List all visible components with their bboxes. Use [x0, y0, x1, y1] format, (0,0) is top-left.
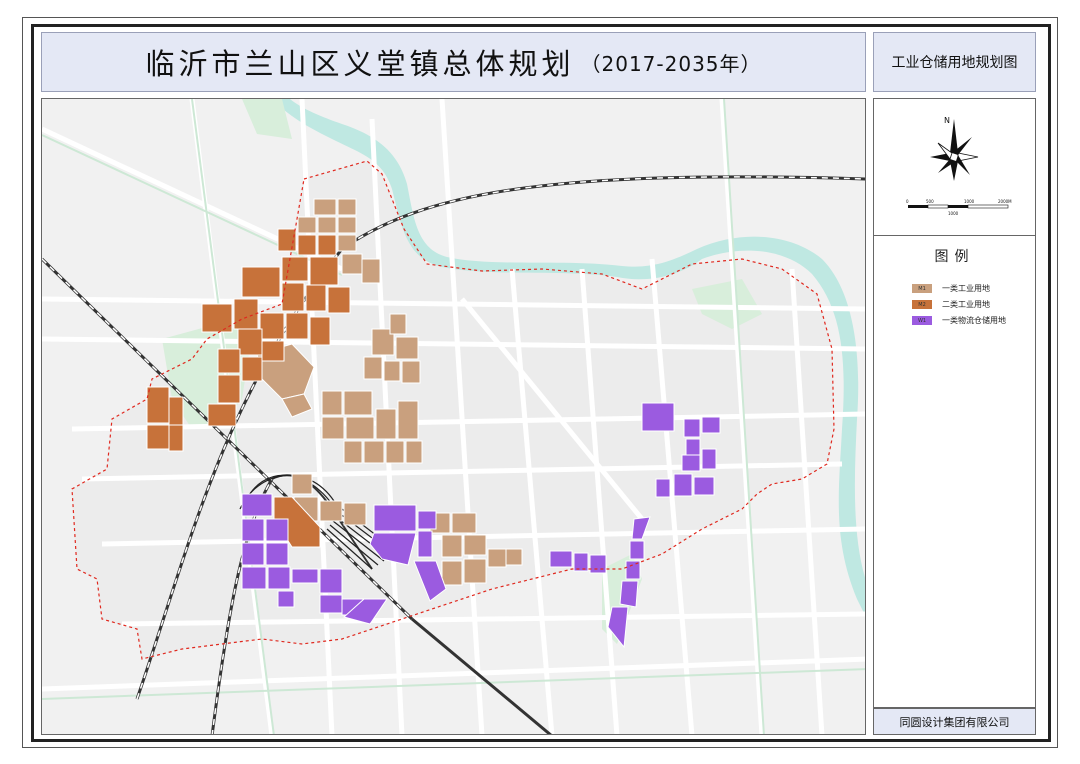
legend-label-m2: 二类工业用地: [942, 300, 990, 309]
legend-label-w1: 一类物流仓储用地: [942, 316, 1006, 325]
company-name: 同圆设计集团有限公司: [873, 708, 1036, 735]
legend-item-m2: M2 二类工业用地: [912, 299, 990, 310]
legend-item-w1: W1 一类物流仓储用地: [912, 315, 1006, 326]
page-title: 临沂市兰山区义堂镇总体规划: [145, 47, 575, 81]
legend-title: 图例: [934, 249, 975, 265]
north-label: N: [944, 116, 950, 125]
planning-period: （2017-2035年）: [580, 51, 762, 76]
legend-swatch-w1: W1: [912, 316, 932, 325]
map-svg: [42, 99, 865, 734]
svg-text:1000: 1000: [964, 199, 975, 204]
north-arrow-compass-icon: N 0 500 1000 2000M 1000: [906, 116, 1012, 216]
map-canvas[interactable]: [41, 98, 866, 735]
legend-panel: 图例 M1 一类工业用地 M2 二类工业用地 W1 一类物流仓储用地: [873, 236, 1036, 708]
legend-label-m1: 一类工业用地: [942, 284, 990, 293]
scale-bar: 0 500 1000 2000M 1000: [906, 199, 1012, 216]
map-type-label: 工业仓储用地规划图: [873, 32, 1036, 92]
svg-text:1000: 1000: [948, 211, 959, 216]
compass-panel: N 0 500 1000 2000M 1000: [873, 98, 1036, 236]
title-bar: 临沂市兰山区义堂镇总体规划 （2017-2035年）: [41, 32, 866, 92]
svg-text:500: 500: [926, 199, 934, 204]
svg-text:2000M: 2000M: [998, 199, 1012, 204]
legend-swatch-m2: M2: [912, 300, 932, 309]
legend-swatch-m1: M1: [912, 284, 932, 293]
svg-text:0: 0: [906, 199, 909, 204]
legend-item-m1: M1 一类工业用地: [912, 283, 990, 294]
